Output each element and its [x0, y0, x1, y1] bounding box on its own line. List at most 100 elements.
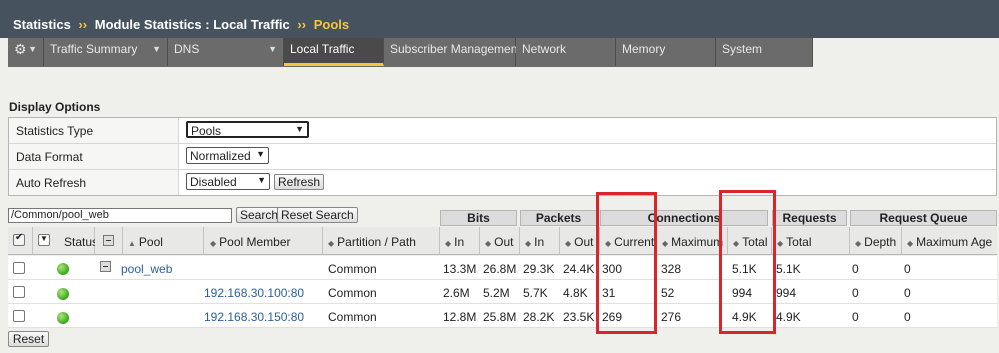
sort-icon: ◆ — [445, 239, 452, 248]
sort-icon: ◆ — [605, 239, 612, 248]
column-total-label: Total — [742, 235, 768, 249]
column-status[interactable]: ▼ Status — [33, 227, 98, 255]
bits-out-cell: 26.8M — [483, 262, 517, 276]
connections-total-cell: 994 — [732, 286, 753, 300]
statistics-type-select[interactable]: Pools ▼ — [186, 121, 309, 138]
sort-ascending-icon: ▲ — [128, 239, 136, 248]
collapse-all-header — [95, 227, 123, 255]
sort-icon: ◆ — [328, 239, 335, 248]
connections-total-cell: 5.1K — [732, 262, 757, 276]
requests-total-cell: 4.9K — [776, 310, 801, 324]
column-bits-out[interactable]: ◆ Out — [480, 227, 520, 255]
group-header-connections: Connections — [600, 210, 768, 226]
tab-label: Traffic Summary — [50, 42, 138, 56]
column-pool-member-label: Pool Member — [219, 235, 291, 249]
data-format-row: Data Format Normalized ▼ — [9, 144, 996, 170]
data-format-select[interactable]: Normalized ▼ — [186, 147, 269, 164]
connections-current-cell: 269 — [602, 310, 623, 324]
row-checkbox[interactable] — [13, 310, 25, 322]
status-available-icon — [57, 263, 69, 275]
column-packets-in[interactable]: ◆ In — [520, 227, 560, 255]
row-checkbox[interactable] — [13, 262, 25, 274]
tab-subscriber-management[interactable]: Subscriber Management — [384, 38, 521, 66]
tab-label: Network — [522, 42, 567, 56]
gear-menu[interactable]: ⚙ ▼ — [8, 38, 44, 66]
column-bits-out-label: Out — [494, 235, 514, 249]
column-packets-out[interactable]: ◆ Out — [560, 227, 600, 255]
column-bits-in-label: In — [454, 235, 465, 249]
breadcrumb-statistics[interactable]: Statistics — [13, 17, 71, 32]
tab-memory[interactable]: Memory — [616, 38, 716, 66]
packets-out-cell: 4.8K — [563, 286, 588, 300]
tab-dns[interactable]: DNS ▼ — [168, 38, 284, 66]
auto-refresh-value: Disabled — [190, 175, 237, 189]
pool-member-link[interactable]: 192.168.30.150:80 — [204, 310, 304, 324]
column-connections-total[interactable]: ◆ Total — [728, 227, 772, 255]
column-connections-maximum[interactable]: ◆ Maximum — [657, 227, 728, 255]
display-options-title: Display Options — [9, 100, 101, 114]
status-available-icon — [57, 312, 69, 324]
pool-member-link[interactable]: 192.168.30.100:80 — [204, 286, 304, 300]
tab-local-traffic[interactable]: Local Traffic — [284, 38, 384, 66]
select-all-header: ✔ — [8, 227, 33, 255]
table-row: pool_web Common 13.3M 26.8M 29.3K 24.4K … — [8, 256, 997, 280]
requests-total-cell: 5.1K — [776, 262, 801, 276]
gear-icon: ⚙ — [14, 41, 27, 57]
column-current-label: Current — [614, 235, 655, 249]
requests-total-cell: 994 — [776, 286, 797, 300]
menu-bar: ⚙ ▼ Traffic Summary ▼ DNS ▼ Local Traffi… — [8, 38, 813, 67]
chevron-down-icon: ▼ — [295, 124, 304, 134]
packets-in-cell: 5.7K — [523, 286, 548, 300]
sort-icon: ◆ — [565, 239, 572, 248]
connections-total-cell: 4.9K — [732, 310, 757, 324]
column-packets-in-label: In — [534, 235, 545, 249]
group-header-requests: Requests — [772, 210, 847, 226]
tab-system[interactable]: System — [716, 38, 813, 66]
table-row: 192.168.30.100:80 Common 2.6M 5.2M 5.7K … — [8, 280, 997, 304]
column-depth-label: Depth — [864, 235, 897, 249]
breadcrumb-separator-icon: ›› — [297, 17, 307, 32]
column-pool-label: Pool — [138, 235, 163, 249]
auto-refresh-select[interactable]: Disabled ▼ — [186, 173, 270, 190]
breadcrumb-pools: Pools — [313, 17, 350, 32]
connections-maximum-cell: 328 — [661, 262, 682, 276]
partition-cell: Common — [328, 310, 377, 324]
column-partition-path[interactable]: ◆ Partition / Path — [323, 227, 440, 255]
column-queue-depth[interactable]: ◆ Depth — [850, 227, 902, 255]
queue-max-age-cell: 0 — [904, 310, 911, 324]
statistics-type-value: Pools — [191, 124, 222, 138]
sort-icon: ◆ — [855, 239, 862, 248]
auto-refresh-label: Auto Refresh — [9, 170, 179, 195]
group-header-packets: Packets — [520, 210, 597, 226]
packets-in-cell: 29.3K — [523, 262, 555, 276]
collapse-all-icon[interactable] — [103, 235, 114, 246]
chevron-down-icon: ▼ — [152, 44, 161, 54]
tab-network[interactable]: Network — [516, 38, 616, 66]
queue-depth-cell: 0 — [852, 310, 859, 324]
breadcrumb-module-statistics[interactable]: Module Statistics : Local Traffic — [95, 17, 290, 32]
column-queue-max-age[interactable]: ◆ Maximum Age — [902, 227, 997, 255]
column-connections-current[interactable]: ◆ Current — [600, 227, 657, 255]
column-pool[interactable]: ▲ Pool — [123, 227, 204, 255]
packets-out-cell: 23.5K — [563, 310, 595, 324]
column-bits-in[interactable]: ◆ In — [440, 227, 480, 255]
auto-refresh-row: Auto Refresh Disabled ▼ Refresh — [9, 170, 996, 196]
column-pool-member[interactable]: ◆ Pool Member — [204, 227, 323, 255]
chevron-down-icon: ▼ — [268, 44, 277, 54]
tab-traffic-summary[interactable]: Traffic Summary ▼ — [44, 38, 168, 66]
group-header-request-queue: Request Queue — [850, 210, 997, 226]
column-requests-total[interactable]: ◆ Total — [772, 227, 850, 255]
refresh-button[interactable]: Refresh — [274, 174, 325, 190]
pool-link[interactable]: pool_web — [121, 262, 172, 276]
reset-button[interactable]: Reset — [8, 331, 49, 347]
connections-current-cell: 300 — [602, 262, 623, 276]
row-checkbox[interactable] — [13, 286, 25, 298]
sort-icon: ◆ — [525, 239, 532, 248]
chevron-down-icon: ▼ — [40, 234, 48, 243]
queue-max-age-cell: 0 — [904, 286, 911, 300]
column-max-age-label: Maximum Age — [916, 235, 993, 249]
chevron-down-icon: ▼ — [256, 149, 265, 159]
tab-label: Local Traffic — [290, 42, 355, 56]
collapse-pool-icon[interactable] — [100, 261, 111, 272]
queue-depth-cell: 0 — [852, 262, 859, 276]
